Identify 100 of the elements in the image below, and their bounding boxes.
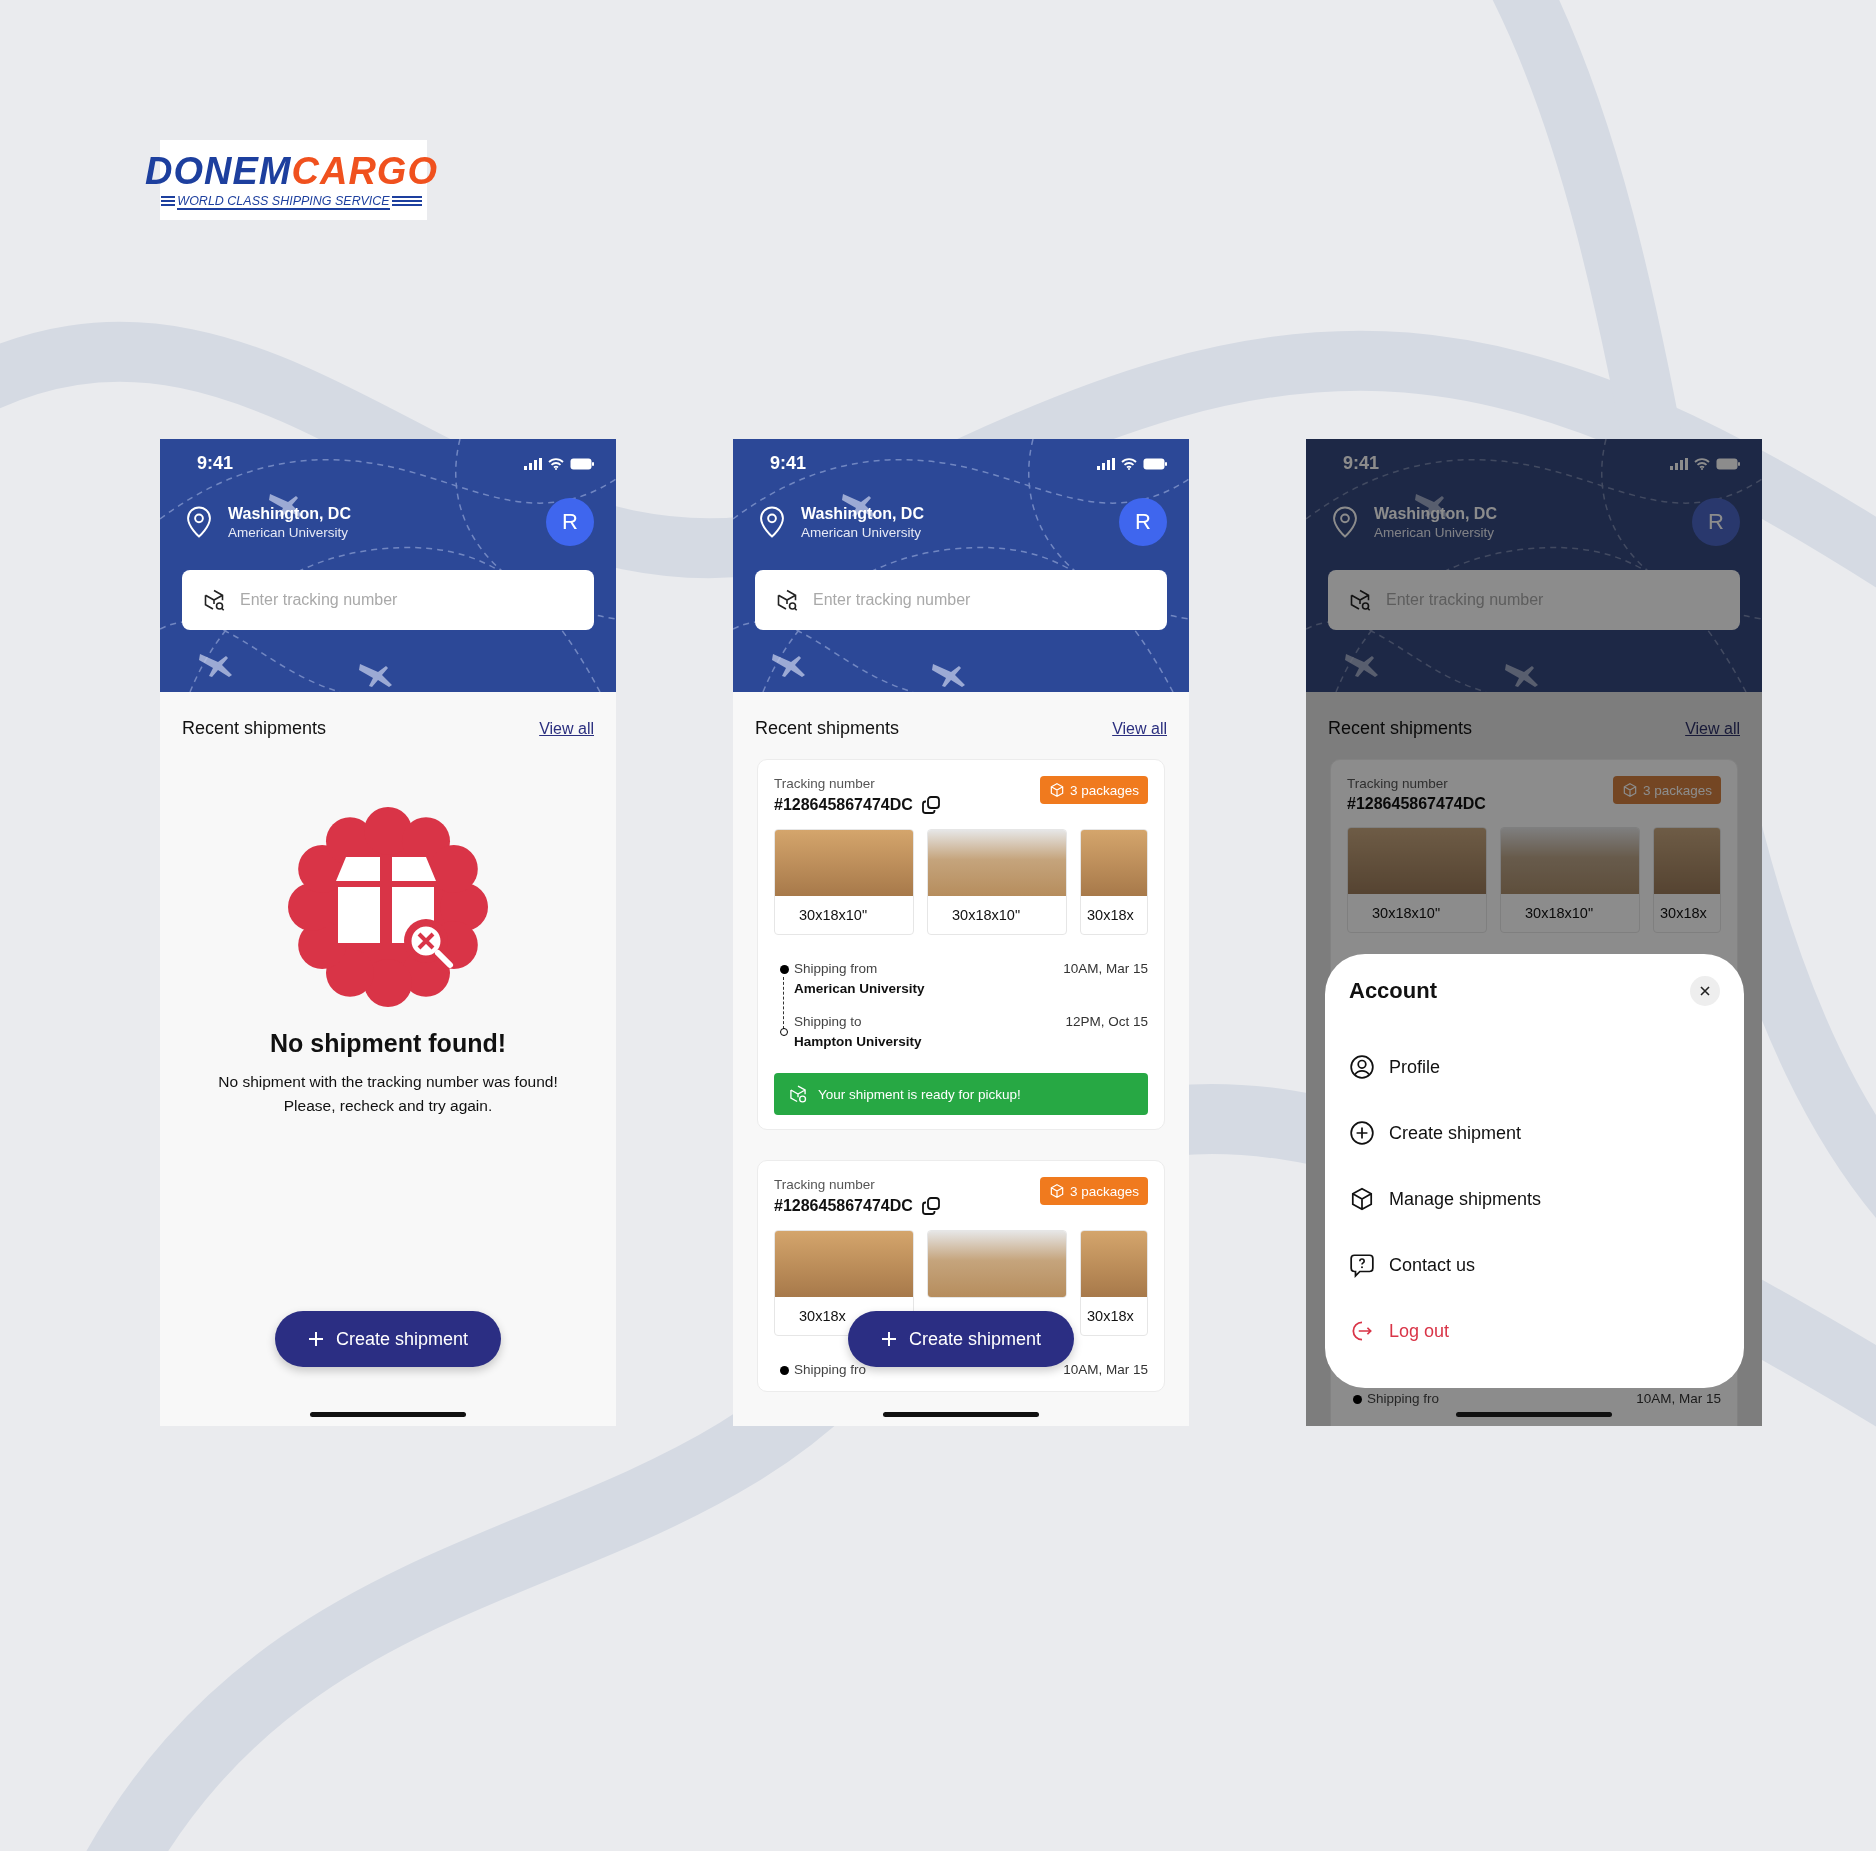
location-place: American University bbox=[1374, 524, 1496, 540]
wifi-icon bbox=[1694, 457, 1710, 470]
status-time: 9:41 bbox=[770, 453, 807, 474]
box-icon bbox=[1349, 1186, 1375, 1212]
photo-placeholder bbox=[1654, 828, 1720, 894]
menu-title: Account bbox=[1349, 978, 1437, 1004]
menu-item[interactable]: Profile bbox=[1349, 1034, 1720, 1100]
tracking-label: Tracking number bbox=[774, 776, 876, 791]
shipment-card[interactable]: Tracking number #128645867474DC 3 packages 30x18x10" 30x18x10" 30x18x Shipping from American University 10AM, Mar 15 Shipping to Hampton University 12PM, Oct 15 Your shipment is ready for pickup! bbox=[757, 759, 1165, 1130]
stripes-icon bbox=[391, 195, 422, 209]
box-icon bbox=[1048, 782, 1065, 798]
menu-item[interactable]: Manage shipments bbox=[1349, 1166, 1720, 1232]
package-tile[interactable]: 30x18x10" bbox=[1500, 827, 1640, 933]
packages-count: 3 packages bbox=[1642, 782, 1712, 798]
signal-icon bbox=[1097, 457, 1115, 470]
package-tile[interactable]: 30x18x10" bbox=[927, 829, 1067, 935]
tracking-number: #128645867474DC bbox=[774, 1197, 913, 1215]
plus-circle-icon bbox=[1349, 1120, 1375, 1146]
stop-time: 10AM, Mar 15 bbox=[1063, 961, 1148, 976]
photo-placeholder bbox=[1081, 1231, 1147, 1297]
package-size: 30x18x bbox=[1087, 1308, 1134, 1324]
stop-time: 12PM, Oct 15 bbox=[1065, 1014, 1148, 1029]
packages-count: 3 packages bbox=[1069, 782, 1139, 798]
package-not-found-icon bbox=[286, 805, 490, 1009]
origin-dot bbox=[779, 1366, 789, 1375]
location-city: Washington, DC bbox=[1374, 504, 1498, 523]
package-tile[interactable]: 30x18x10" bbox=[774, 829, 914, 935]
tracking-number: #128645867474DC bbox=[1347, 795, 1486, 813]
tracking-label: Tracking number bbox=[1347, 776, 1449, 791]
stop-label: Shipping fro bbox=[1367, 1391, 1441, 1406]
section-title: Recent shipments bbox=[1328, 718, 1473, 739]
package-size: 30x18x bbox=[1660, 905, 1707, 921]
stop-label: Shipping to bbox=[794, 1014, 863, 1029]
package-tile[interactable]: 30x18x10" bbox=[1347, 827, 1487, 933]
location-pin-icon bbox=[184, 505, 214, 539]
package-search-icon bbox=[775, 588, 799, 612]
location-pin-icon bbox=[757, 505, 787, 539]
location-city: Washington, DC bbox=[228, 504, 352, 523]
plus-icon bbox=[880, 1331, 897, 1347]
menu-item[interactable]: Log out bbox=[1349, 1298, 1720, 1364]
battery-icon bbox=[570, 457, 594, 470]
help-chat-icon bbox=[1349, 1252, 1375, 1278]
stop-place: American University bbox=[794, 981, 926, 996]
menu-item[interactable]: Create shipment bbox=[1349, 1100, 1720, 1166]
location-city: Washington, DC bbox=[801, 504, 925, 523]
view-all-link[interactable]: View all bbox=[1112, 719, 1167, 738]
pickup-status-text: Your shipment is ready for pickup! bbox=[818, 1086, 1021, 1102]
tracking-number: #128645867474DC bbox=[774, 796, 913, 814]
package-check-icon bbox=[788, 1084, 808, 1104]
close-button[interactable] bbox=[1690, 976, 1720, 1006]
package-size: 30x18x bbox=[799, 1308, 846, 1324]
location-place: American University bbox=[228, 524, 350, 540]
battery-icon bbox=[1143, 457, 1167, 470]
logo-tagline: WORLD CLASS SHIPPING SERVICE bbox=[177, 194, 390, 210]
package-tile[interactable]: 30x18x bbox=[1080, 829, 1148, 935]
create-shipment-button[interactable]: Create shipment bbox=[275, 1311, 501, 1367]
box-icon bbox=[1621, 782, 1638, 798]
view-all-link[interactable]: View all bbox=[1685, 719, 1740, 738]
empty-state-message: No shipment with the tracking number was found! Please, recheck and try again. bbox=[218, 1072, 558, 1116]
battery-icon bbox=[1716, 457, 1740, 470]
section-title: Recent shipments bbox=[182, 718, 327, 739]
package-tile[interactable]: 30x18x bbox=[1653, 827, 1721, 933]
stop-time: 10AM, Mar 15 bbox=[1636, 1391, 1721, 1406]
package-size: 30x18x10" bbox=[952, 907, 1021, 923]
stop-place: Hampton University bbox=[794, 1034, 923, 1049]
packages-count: 3 packages bbox=[1069, 1183, 1139, 1199]
signal-icon bbox=[1670, 457, 1688, 470]
location-pin-icon bbox=[1330, 505, 1360, 539]
close-icon bbox=[1700, 986, 1710, 996]
location-place: American University bbox=[801, 524, 923, 540]
wifi-icon bbox=[1121, 457, 1137, 470]
package-tile[interactable]: 30x18x bbox=[1080, 1230, 1148, 1336]
status-time: 9:41 bbox=[1343, 453, 1380, 474]
package-size: 30x18x10" bbox=[1372, 905, 1441, 921]
wifi-icon bbox=[548, 457, 564, 470]
section-title: Recent shipments bbox=[755, 718, 900, 739]
view-all-link[interactable]: View all bbox=[539, 719, 594, 738]
box-icon bbox=[1048, 1183, 1065, 1199]
package-size: 30x18x10" bbox=[1525, 905, 1594, 921]
stop-label: Shipping from bbox=[794, 961, 879, 976]
empty-state-title: No shipment found! bbox=[269, 1029, 507, 1058]
search-field[interactable]: Enter tracking number bbox=[182, 570, 594, 630]
photo-placeholder bbox=[1081, 830, 1147, 896]
origin-dot bbox=[1352, 1395, 1362, 1404]
user-icon bbox=[1349, 1054, 1375, 1080]
menu-item[interactable]: Contact us bbox=[1349, 1232, 1720, 1298]
tracking-label: Tracking number bbox=[774, 1177, 876, 1192]
copy-icon[interactable] bbox=[920, 1196, 941, 1216]
plus-icon bbox=[307, 1331, 324, 1347]
package-search-icon bbox=[1348, 588, 1372, 612]
avatar-button[interactable]: R bbox=[546, 498, 594, 546]
search-field[interactable]: Enter tracking number bbox=[755, 570, 1167, 630]
origin-dot bbox=[779, 965, 789, 974]
signal-icon bbox=[524, 457, 542, 470]
package-size: 30x18x10" bbox=[799, 907, 868, 923]
avatar-button[interactable]: R bbox=[1119, 498, 1167, 546]
stripes-icon bbox=[161, 195, 176, 209]
copy-icon[interactable] bbox=[920, 795, 941, 815]
package-size: 30x18x bbox=[1087, 907, 1134, 923]
status-time: 9:41 bbox=[197, 453, 234, 474]
